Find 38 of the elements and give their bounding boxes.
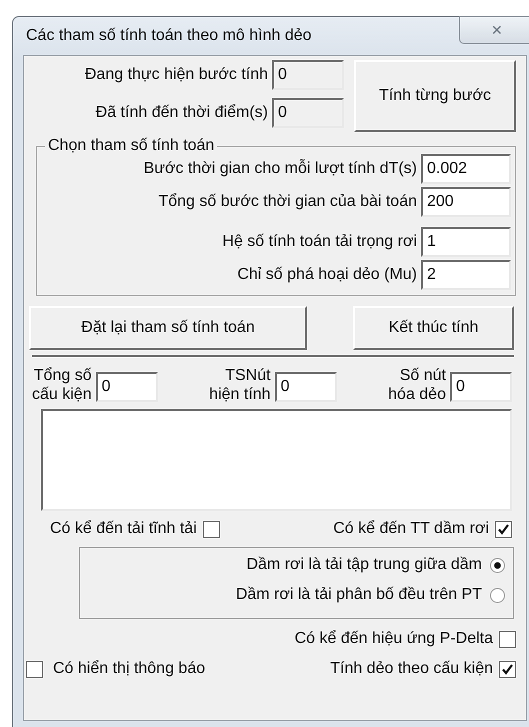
checkbox-label: Tính dẻo theo cấu kiện — [330, 659, 493, 679]
checkbox-label: Có kể đến hiệu ứng P-Delta — [294, 629, 493, 649]
radio-label: Dầm rơi là tải phân bố đều trên PT — [236, 585, 482, 605]
field-label: Bước thời gian cho mỗi lượt tính dT(s) — [144, 158, 417, 179]
input-field[interactable]: 2 — [421, 260, 511, 290]
checkbox-label: Có kể đến tải tĩnh tải — [50, 519, 197, 539]
close-button[interactable]: ✕ — [459, 16, 529, 44]
field-label: Chỉ số phá hoại dẻo (Mu) — [237, 265, 417, 285]
checkbox[interactable] — [499, 660, 516, 678]
radio-label: Dầm rơi là tải tập trung giữa dầm — [246, 555, 482, 575]
input-field[interactable]: 1 — [421, 227, 511, 257]
checkbox-label: Có kể đến TT dầm rơi — [333, 519, 489, 539]
radio-button[interactable] — [490, 558, 505, 572]
input-field[interactable]: 0.002 — [421, 154, 511, 184]
counter-field: 0 — [274, 372, 337, 402]
checkbox[interactable] — [202, 520, 220, 538]
field-label: Đang thực hiện bước tính — [84, 65, 268, 85]
counter-label: Số nút hóa dẻo — [388, 366, 446, 404]
field-label: Tổng số bước thời gian của bài toán — [158, 192, 417, 212]
checkbox[interactable] — [495, 520, 512, 538]
checkbox[interactable] — [499, 630, 516, 648]
field-label: Đã tính đến thời điểm(s) — [96, 103, 268, 123]
input-field[interactable]: 200 — [421, 187, 511, 217]
checkbox-label: Có hiển thị thông báo — [53, 659, 206, 679]
group-label: Chọn tham số tính toán — [47, 138, 216, 154]
counter-label: TSNút hiện tính — [209, 366, 271, 404]
counter-field: 0 — [96, 372, 158, 402]
window-title: Các tham số tính toán theo mô hình dẻo — [26, 26, 312, 46]
value-field: 0 — [272, 60, 344, 90]
counter-field: 0 — [450, 372, 512, 402]
checkbox[interactable] — [26, 660, 43, 678]
reset-button[interactable]: Đặt lại tham số tính toán — [29, 306, 307, 350]
finish-button[interactable]: Kết thúc tính — [353, 306, 514, 350]
step-button[interactable]: Tính từng bước — [354, 60, 516, 132]
radio-button[interactable] — [490, 588, 505, 602]
field-label: Hệ số tính toán tải trọng rơi — [222, 232, 417, 252]
counter-label: Tổng số cấu kiện — [32, 366, 92, 404]
value-field: 0 — [272, 98, 344, 128]
